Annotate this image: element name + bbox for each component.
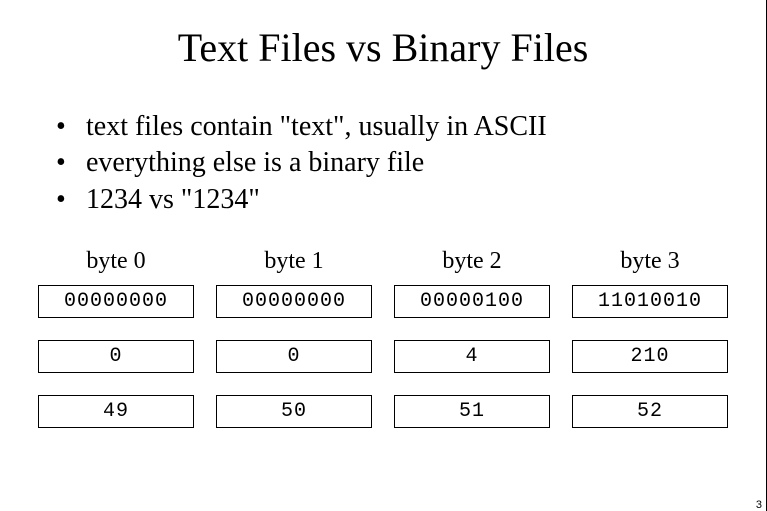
- byte-cell: 0: [38, 340, 194, 373]
- table-row: 00000000 00000000 00000100 11010010: [38, 285, 728, 318]
- byte-cell: 52: [572, 395, 728, 428]
- byte-cell: 49: [38, 395, 194, 428]
- bullet-item: text files contain "text", usually in AS…: [56, 109, 766, 145]
- byte-cell: 51: [394, 395, 550, 428]
- byte-cell: 11010010: [572, 285, 728, 318]
- byte-cell: 00000000: [38, 285, 194, 318]
- table-row: 49 50 51 52: [38, 395, 728, 428]
- table-row: 0 0 4 210: [38, 340, 728, 373]
- column-header: byte 1: [216, 248, 372, 275]
- bullet-item: everything else is a binary file: [56, 145, 766, 181]
- page-number: 3: [756, 499, 762, 511]
- bullet-list: text files contain "text", usually in AS…: [56, 109, 766, 218]
- byte-cell: 50: [216, 395, 372, 428]
- byte-table: byte 0 byte 1 byte 2 byte 3 00000000 000…: [0, 248, 766, 428]
- slide-title: Text Files vs Binary Files: [0, 0, 766, 71]
- column-header: byte 0: [38, 248, 194, 275]
- byte-cell: 210: [572, 340, 728, 373]
- byte-cell: 00000000: [216, 285, 372, 318]
- column-header: byte 2: [394, 248, 550, 275]
- byte-cell: 0: [216, 340, 372, 373]
- bullet-item: 1234 vs "1234": [56, 182, 766, 218]
- table-header-row: byte 0 byte 1 byte 2 byte 3: [38, 248, 728, 275]
- byte-cell: 00000100: [394, 285, 550, 318]
- column-header: byte 3: [572, 248, 728, 275]
- byte-cell: 4: [394, 340, 550, 373]
